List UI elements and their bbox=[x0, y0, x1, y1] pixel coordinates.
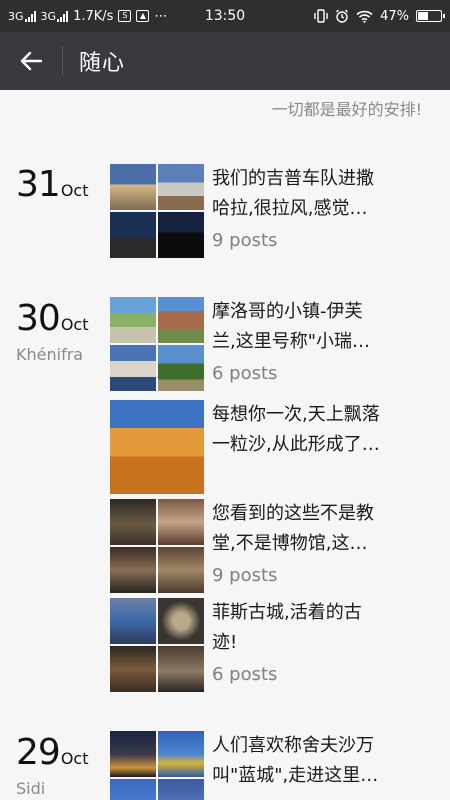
moment-text: 人们喜欢称舍夫沙万 叫"蓝城",走进这里… bbox=[212, 731, 438, 791]
signal-2: 3G bbox=[40, 9, 69, 23]
network-speed: 1.7K/s bbox=[73, 8, 114, 24]
photo-thumbnail bbox=[110, 212, 156, 258]
photo-thumbnail bbox=[158, 646, 204, 692]
date-label: 30Oct bbox=[16, 298, 88, 339]
photo-thumbnail bbox=[158, 164, 204, 210]
battery-icon bbox=[416, 10, 445, 22]
moment-text-line: 每想你一次,天上飘落 bbox=[212, 404, 380, 425]
photo-thumbnails bbox=[110, 297, 204, 391]
photo-thumbnail bbox=[110, 779, 156, 800]
moment-text-line: 菲斯古城,活着的古 bbox=[212, 602, 362, 623]
photo-thumbnail bbox=[110, 297, 156, 343]
status-right: 47% bbox=[314, 8, 445, 24]
page-title: 随心 bbox=[79, 51, 126, 76]
battery-percent: 47% bbox=[380, 8, 409, 24]
vibrate-icon bbox=[314, 9, 328, 23]
photo-thumbnail bbox=[110, 345, 156, 391]
moment-text-line: 哈拉,很拉风,感觉… bbox=[212, 198, 368, 219]
moment-text-line: 摩洛哥的小镇-伊芙 bbox=[212, 301, 363, 322]
photo-thumbnail bbox=[110, 547, 156, 593]
clock: 13:50 bbox=[204, 8, 246, 24]
date-day: 31 bbox=[16, 164, 61, 205]
date-label: 31Oct bbox=[16, 164, 88, 205]
alarm-icon bbox=[336, 9, 349, 23]
location-label: Sidi bbox=[16, 779, 46, 798]
photo-thumbnail bbox=[158, 779, 204, 800]
header-divider bbox=[62, 46, 63, 76]
photo-thumbnail bbox=[158, 598, 204, 644]
signal-1: 3G bbox=[8, 9, 36, 23]
signature-text: 一切都是最好的安排! bbox=[271, 100, 422, 119]
moment-text-line: 堂,不是博物馆,这… bbox=[212, 533, 368, 554]
status-left: 3G 3G 1.7K/s S ▲ ⋯ bbox=[8, 9, 167, 24]
moment-text-line: 一粒沙,从此形成了… bbox=[212, 434, 380, 455]
post-count: 9 posts bbox=[212, 565, 278, 586]
moment-text-line: 您看到的这些不是教 bbox=[212, 503, 374, 524]
photo-thumbnail bbox=[158, 297, 204, 343]
date-label: 29Oct bbox=[16, 732, 88, 773]
date-day: 30 bbox=[16, 298, 61, 339]
post-count: 9 posts bbox=[212, 230, 278, 251]
moment-item[interactable]: 人们喜欢称舍夫沙万 叫"蓝城",走进这里… bbox=[110, 731, 440, 800]
photo-thumbnails bbox=[110, 598, 204, 692]
photo-thumbnail bbox=[110, 731, 156, 777]
network-type-2: 3G bbox=[40, 9, 57, 23]
moment-text: 每想你一次,天上飘落 一粒沙,从此形成了… bbox=[212, 400, 438, 460]
back-button[interactable] bbox=[0, 32, 62, 90]
photo-thumbnail bbox=[158, 499, 204, 545]
moment-text-line: 叫"蓝城",走进这里… bbox=[212, 765, 379, 786]
moment-item[interactable]: 摩洛哥的小镇-伊芙 兰,这里号称"小瑞… 6 posts bbox=[110, 297, 440, 391]
photo-thumbnails bbox=[110, 731, 204, 800]
location-label: Khénifra bbox=[16, 345, 84, 364]
network-type-1: 3G bbox=[8, 9, 24, 23]
photo-thumbnail bbox=[158, 345, 204, 391]
photo-thumbnails bbox=[110, 164, 204, 258]
moment-item[interactable]: 您看到的这些不是教 堂,不是博物馆,这… 9 posts bbox=[110, 499, 440, 593]
signal-bars-icon bbox=[57, 10, 69, 22]
photo-thumbnail bbox=[158, 731, 204, 777]
app-bar: 随心 bbox=[0, 32, 450, 90]
more-notifications-icon: ⋯ bbox=[154, 8, 168, 24]
photo-thumbnails bbox=[110, 499, 204, 593]
photo-thumbnail bbox=[110, 598, 156, 644]
date-month: Oct bbox=[60, 181, 89, 200]
battery-fill bbox=[418, 12, 428, 20]
wifi-icon bbox=[356, 10, 373, 23]
date-month: Oct bbox=[60, 315, 89, 334]
s-app-icon: S bbox=[118, 10, 132, 22]
moment-item[interactable]: 每想你一次,天上飘落 一粒沙,从此形成了… bbox=[110, 400, 440, 494]
moment-text: 摩洛哥的小镇-伊芙 兰,这里号称"小瑞… bbox=[212, 297, 438, 357]
date-month: Oct bbox=[60, 749, 89, 768]
moment-text: 菲斯古城,活着的古 迹! bbox=[212, 598, 438, 658]
moment-item[interactable]: 菲斯古城,活着的古 迹! 6 posts bbox=[110, 598, 440, 692]
moment-item[interactable]: 我们的吉普车队进撒 哈拉,很拉风,感觉… 9 posts bbox=[110, 164, 440, 258]
photo-thumbnail bbox=[158, 212, 204, 258]
timeline[interactable]: 一切都是最好的安排! 31Oct 我们的吉普车队进撒 哈拉,很拉风,感觉… 9 … bbox=[0, 90, 450, 800]
status-bar: 3G 3G 1.7K/s S ▲ ⋯ 13:50 47% bbox=[0, 0, 450, 32]
moment-text: 我们的吉普车队进撒 哈拉,很拉风,感觉… bbox=[212, 164, 438, 224]
photo-thumbnail bbox=[110, 646, 156, 692]
post-count: 6 posts bbox=[212, 363, 278, 384]
back-arrow-icon bbox=[20, 51, 42, 71]
photo-notification-icon: ▲ bbox=[136, 10, 150, 22]
date-day: 29 bbox=[16, 732, 61, 773]
photo-thumbnail bbox=[110, 164, 156, 210]
photo-thumbnail bbox=[110, 400, 204, 494]
moment-text: 您看到的这些不是教 堂,不是博物馆,这… bbox=[212, 499, 438, 559]
signal-bars-icon bbox=[24, 10, 36, 22]
moment-text-line: 人们喜欢称舍夫沙万 bbox=[212, 735, 374, 756]
photo-thumbnail bbox=[110, 499, 156, 545]
moment-text-line: 我们的吉普车队进撒 bbox=[212, 168, 374, 189]
moment-text-line: 迹! bbox=[212, 632, 238, 653]
post-count: 6 posts bbox=[212, 664, 278, 685]
moment-text-line: 兰,这里号称"小瑞… bbox=[212, 331, 371, 352]
photo-thumbnail bbox=[158, 547, 204, 593]
